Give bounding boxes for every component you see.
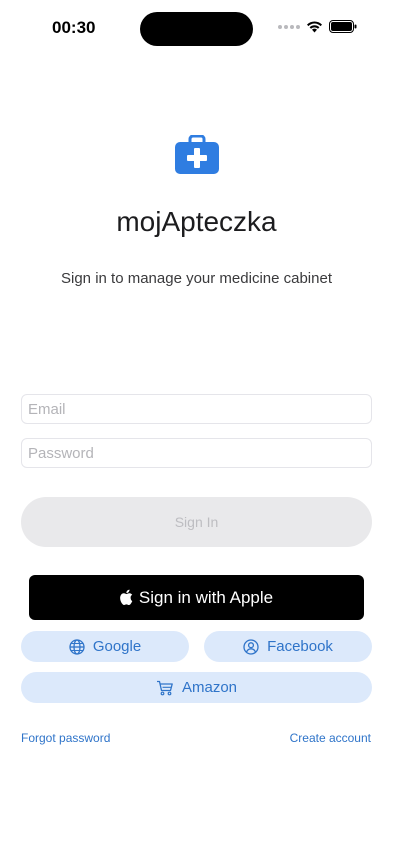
status-bar: 00:30 (0, 0, 393, 54)
amazon-button-label: Amazon (181, 679, 238, 696)
apple-button-label: Sign in with Apple (138, 587, 274, 607)
battery-icon (329, 20, 357, 33)
globe-icon (69, 638, 85, 655)
sign-in-with-apple-button[interactable]: Sign in with Apple (29, 575, 364, 620)
app-subtitle: Sign in to manage your medicine cabinet (61, 270, 332, 287)
status-icons (278, 20, 357, 33)
sign-in-button-label: Sign In (174, 514, 219, 530)
create-account-link[interactable]: Create account (290, 731, 371, 745)
dynamic-island (140, 12, 253, 46)
cellular-signal-icon (278, 24, 300, 29)
facebook-button-label: Facebook (267, 638, 333, 655)
person-circle-icon (243, 638, 259, 655)
apple-logo-icon (120, 589, 133, 605)
google-button-label: Google (92, 638, 142, 655)
sign-in-button[interactable]: Sign In (21, 497, 372, 547)
password-field[interactable] (21, 438, 372, 468)
wifi-icon (307, 21, 322, 33)
medical-kit-icon (175, 135, 219, 174)
google-button[interactable]: Google (21, 631, 189, 662)
email-field[interactable] (21, 394, 372, 424)
app-title: mojApteczka (116, 206, 277, 237)
status-time: 00:30 (52, 18, 96, 37)
cart-icon (156, 680, 173, 695)
forgot-password-link[interactable]: Forgot password (21, 731, 110, 745)
amazon-button[interactable]: Amazon (21, 672, 372, 703)
facebook-button[interactable]: Facebook (204, 631, 372, 662)
